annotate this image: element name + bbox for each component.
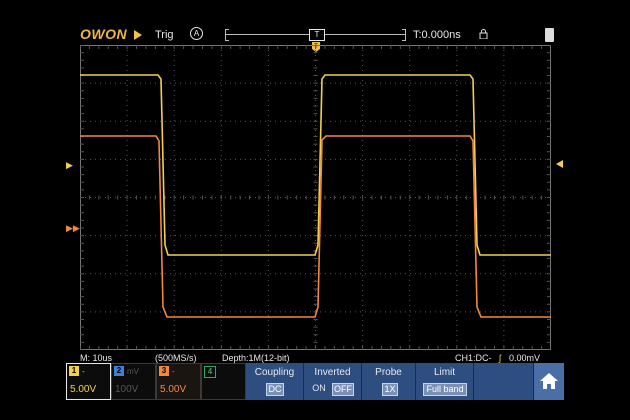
waveform-display[interactable] (80, 45, 551, 350)
sample-rate-readout: (500MS/s) (155, 353, 197, 363)
ch3-number-badge: 3 (159, 366, 169, 376)
top-status-bar: OWON Trig A T T:0.000ns (0, 0, 630, 44)
coupling-value: DC (266, 383, 284, 396)
coupling-title: Coupling (254, 367, 295, 378)
inverted-on-option[interactable]: ON (310, 383, 328, 394)
bandwidth-limit-menu-button[interactable]: Limit Full band (416, 363, 474, 400)
trigger-slope-icon: ʃ (499, 353, 501, 363)
ch2-coupling: mV (127, 367, 139, 376)
ch3-level-marker[interactable]: ▶▶ (66, 223, 80, 234)
bottom-menu-panel: 1 - 5.00V 2 mV 100V 3 - 5.00V 4 Coupling… (66, 363, 564, 400)
acquisition-status-row: M: 10us (500MS/s) Depth:1M(12-bit) CH1:D… (0, 351, 630, 363)
ch1-coupling: - (82, 367, 85, 376)
probe-value: 1X (382, 383, 398, 396)
ch2-scale: 100V (115, 384, 139, 395)
time-offset-readout: T:0.000ns (413, 29, 461, 41)
empty-menu-slot (474, 363, 534, 400)
ch2-info-box[interactable]: 2 mV 100V (111, 363, 156, 400)
limit-title: Limit (433, 367, 456, 378)
trigger-level-readout: 0.00mV (509, 353, 541, 363)
ch3-waveform (80, 135, 551, 318)
trigger-label: Trig (155, 29, 174, 41)
ch1-level-marker[interactable]: ▶ (66, 160, 73, 171)
inverted-off-option[interactable]: OFF (332, 383, 354, 396)
timebase-readout[interactable]: M: 10us (80, 353, 112, 363)
limit-value: Full band (423, 383, 467, 396)
ch4-info-box[interactable]: 4 (201, 363, 246, 400)
graticule-grid (80, 45, 551, 350)
ch3-scale: 5.00V (160, 384, 187, 395)
timeline-left-bracket (225, 29, 229, 41)
ch2-number-badge: 2 (114, 366, 124, 376)
home-icon (540, 373, 558, 389)
memory-depth-readout[interactable]: Depth:1M(12-bit) (222, 353, 290, 363)
timeline-right-bracket (402, 29, 406, 41)
ch1-number-badge: 1 (69, 366, 79, 376)
ch4-number-badge: 4 (204, 366, 216, 378)
lock-icon[interactable] (479, 29, 488, 39)
inverted-menu-button[interactable]: Inverted ON OFF (304, 363, 362, 400)
ch1-info-box[interactable]: 1 - 5.00V (66, 363, 111, 400)
trigger-mode-icon[interactable]: A (190, 27, 203, 40)
probe-title: Probe (375, 367, 402, 378)
run-state-icon[interactable] (134, 30, 142, 40)
probe-menu-button[interactable]: Probe 1X (362, 363, 416, 400)
trigger-level-marker[interactable] (556, 160, 563, 168)
ch3-coupling: - (172, 367, 175, 376)
battery-icon (545, 28, 554, 42)
timeline-window-marker[interactable]: T (309, 29, 325, 41)
coupling-menu-button[interactable]: Coupling DC (246, 363, 304, 400)
home-button[interactable] (534, 363, 564, 400)
ch3-info-box[interactable]: 3 - 5.00V (156, 363, 201, 400)
inverted-title: Inverted (314, 367, 351, 378)
trigger-source-readout[interactable]: CH1:DC- (455, 353, 492, 363)
ch1-scale: 5.00V (70, 384, 97, 395)
brand-logo: OWON (80, 26, 128, 42)
